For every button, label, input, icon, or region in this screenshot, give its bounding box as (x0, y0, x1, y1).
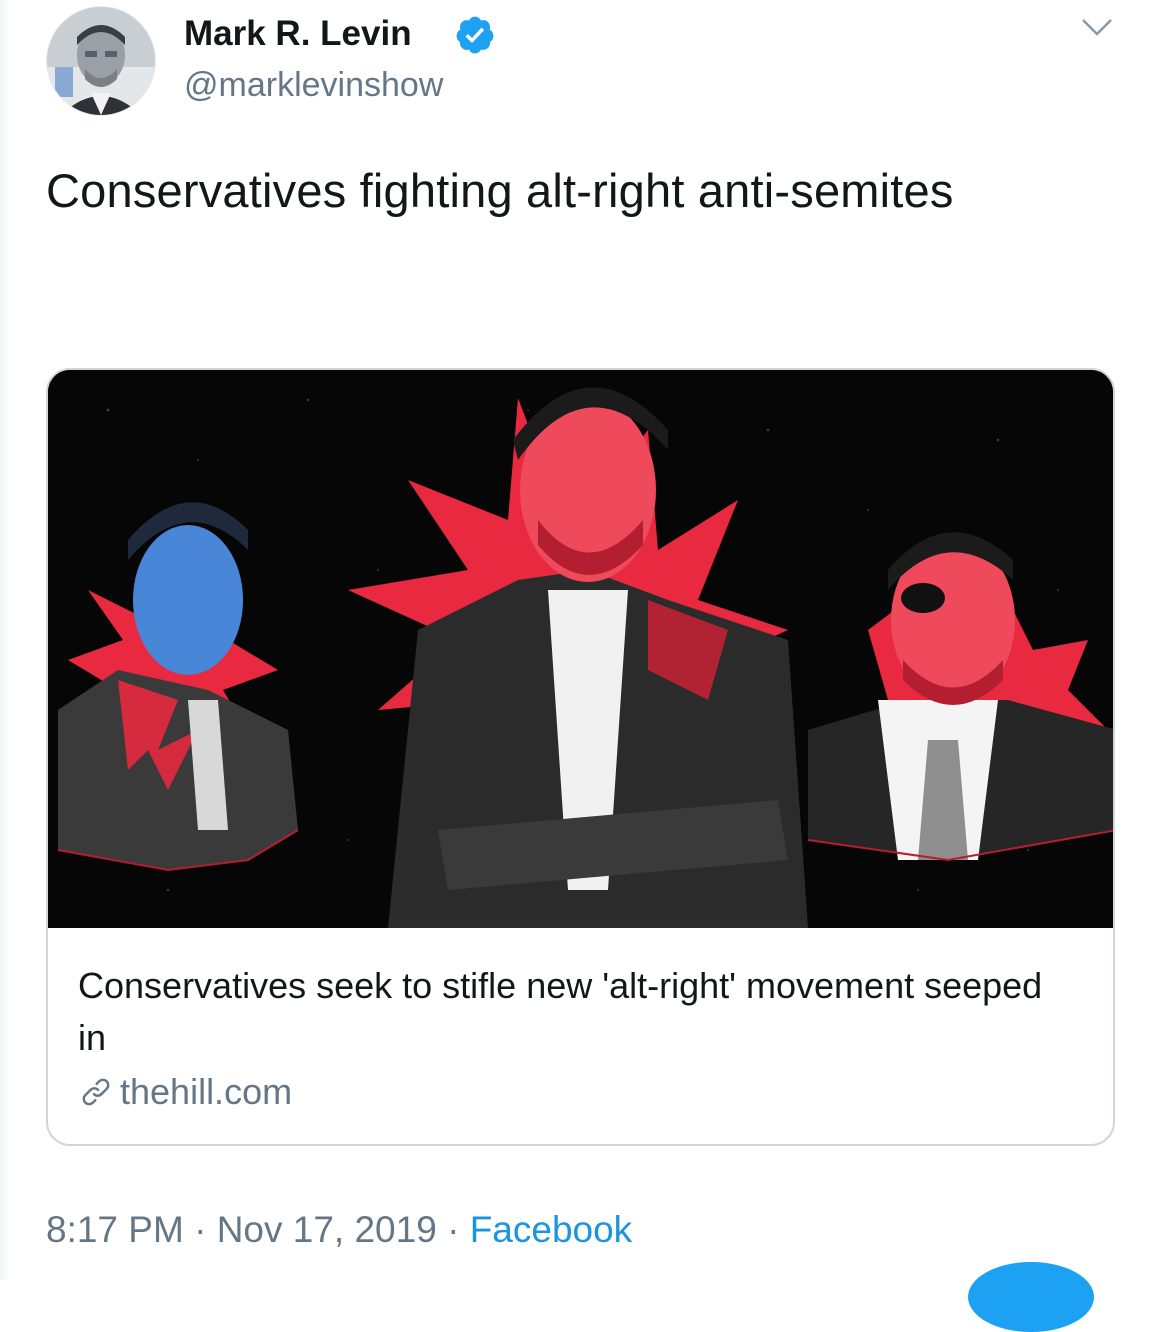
link-card[interactable]: Conservatives seek to stifle new 'alt-ri… (46, 368, 1115, 1146)
tweet-date[interactable]: Nov 17, 2019 (217, 1209, 437, 1250)
card-domain-text: thehill.com (120, 1071, 293, 1112)
meta-separator: · (183, 1209, 217, 1250)
card-image[interactable] (48, 370, 1113, 928)
compose-button[interactable] (968, 1262, 1094, 1332)
card-title[interactable]: Conservatives seek to stifle new 'alt-ri… (78, 960, 1078, 1064)
author-handle[interactable]: @marklevinshow (184, 64, 443, 106)
tweet-source-link[interactable]: Facebook (470, 1209, 633, 1250)
card-photo (48, 370, 1113, 928)
meta-separator: · (436, 1209, 470, 1250)
tweet-text: Conservatives fighting alt-right anti-se… (46, 164, 954, 217)
link-icon (82, 1078, 110, 1106)
tweet-time[interactable]: 8:17 PM (46, 1209, 184, 1250)
author-display-name[interactable]: Mark R. Levin (184, 12, 412, 56)
chevron-down-icon[interactable] (1080, 14, 1114, 42)
verified-badge-icon (456, 16, 494, 54)
avatar-photo (47, 7, 155, 115)
card-domain[interactable]: thehill.com (78, 1070, 292, 1114)
timeline-divider (0, 0, 10, 1280)
tweet-meta: 8:17 PM · Nov 17, 2019 · Facebook (46, 1206, 632, 1254)
tweet: Mark R. Levin @marklevinshow Conservativ… (0, 0, 1163, 1332)
avatar[interactable] (46, 6, 156, 116)
